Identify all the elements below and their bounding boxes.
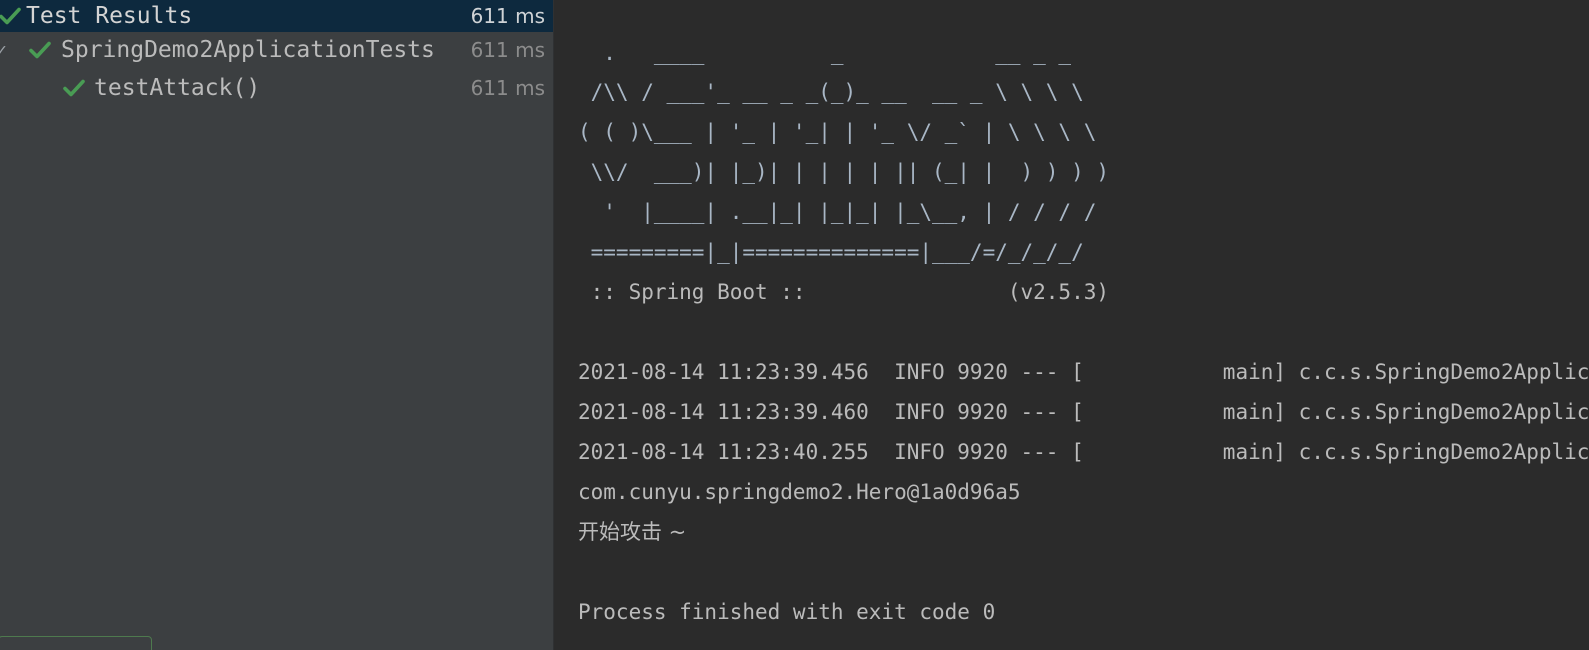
check-icon xyxy=(0,7,21,25)
test-results-tree: Test Results 611 ms ✓ SpringDemo2Applica… xyxy=(0,0,553,650)
tree-row-label: SpringDemo2ApplicationTests xyxy=(61,37,435,63)
log-line: 2021-08-14 11:23:40.255 INFO 9920 --- [ … xyxy=(578,440,1589,464)
spring-banner-line: \\/ ___)| |_)| | | | | || (_| | ) ) ) ) xyxy=(578,160,1110,184)
check-icon xyxy=(63,79,85,97)
process-finished-line: Process finished with exit code 0 xyxy=(578,600,996,624)
tree-row-test-results[interactable]: Test Results 611 ms xyxy=(0,0,553,32)
spring-banner-line: /\\ / ___'_ __ _ _(_)_ __ __ _ \ \ \ \ xyxy=(578,80,1084,104)
output-line: 开始攻击 ~ xyxy=(578,520,687,544)
spring-banner-line: ' |____| .__|_| |_|_| |_\__, | / / / / xyxy=(578,200,1097,224)
ide-window: Test Results 611 ms ✓ SpringDemo2Applica… xyxy=(0,0,1589,650)
tree-row-label: Test Results xyxy=(26,3,193,29)
duration-label: 611 ms xyxy=(470,76,545,100)
spring-banner-line: . ____ _ __ _ _ xyxy=(578,41,1072,65)
output-line: com.cunyu.springdemo2.Hero@1a0d96a5 xyxy=(578,480,1021,504)
check-icon xyxy=(29,41,51,59)
duration-label: 611 ms xyxy=(470,4,545,28)
tool-window-tab[interactable] xyxy=(0,636,152,650)
log-line: 2021-08-14 11:23:39.456 INFO 9920 --- [ … xyxy=(578,360,1589,384)
spring-banner-line: =========|_|==============|___/=/_/_/_/ xyxy=(578,240,1084,264)
tree-row-label: testAttack() xyxy=(94,75,261,101)
spring-boot-version-line: :: Spring Boot :: (v2.5.3) xyxy=(578,280,1110,304)
chevron-down-icon[interactable]: ✓ xyxy=(0,40,7,61)
log-line: 2021-08-14 11:23:39.460 INFO 9920 --- [ … xyxy=(578,400,1589,424)
console-output[interactable]: . ____ _ __ _ _ /\\ / ___'_ __ _ _(_)_ _… xyxy=(554,0,1589,650)
tree-row-test-class[interactable]: ✓ SpringDemo2ApplicationTests 611 ms xyxy=(0,34,553,66)
duration-label: 611 ms xyxy=(470,38,545,62)
spring-banner-line: ( ( )\___ | '_ | '_| | '_ \/ _` | \ \ \ … xyxy=(578,120,1097,144)
tree-row-test-method[interactable]: testAttack() 611 ms xyxy=(0,72,553,104)
